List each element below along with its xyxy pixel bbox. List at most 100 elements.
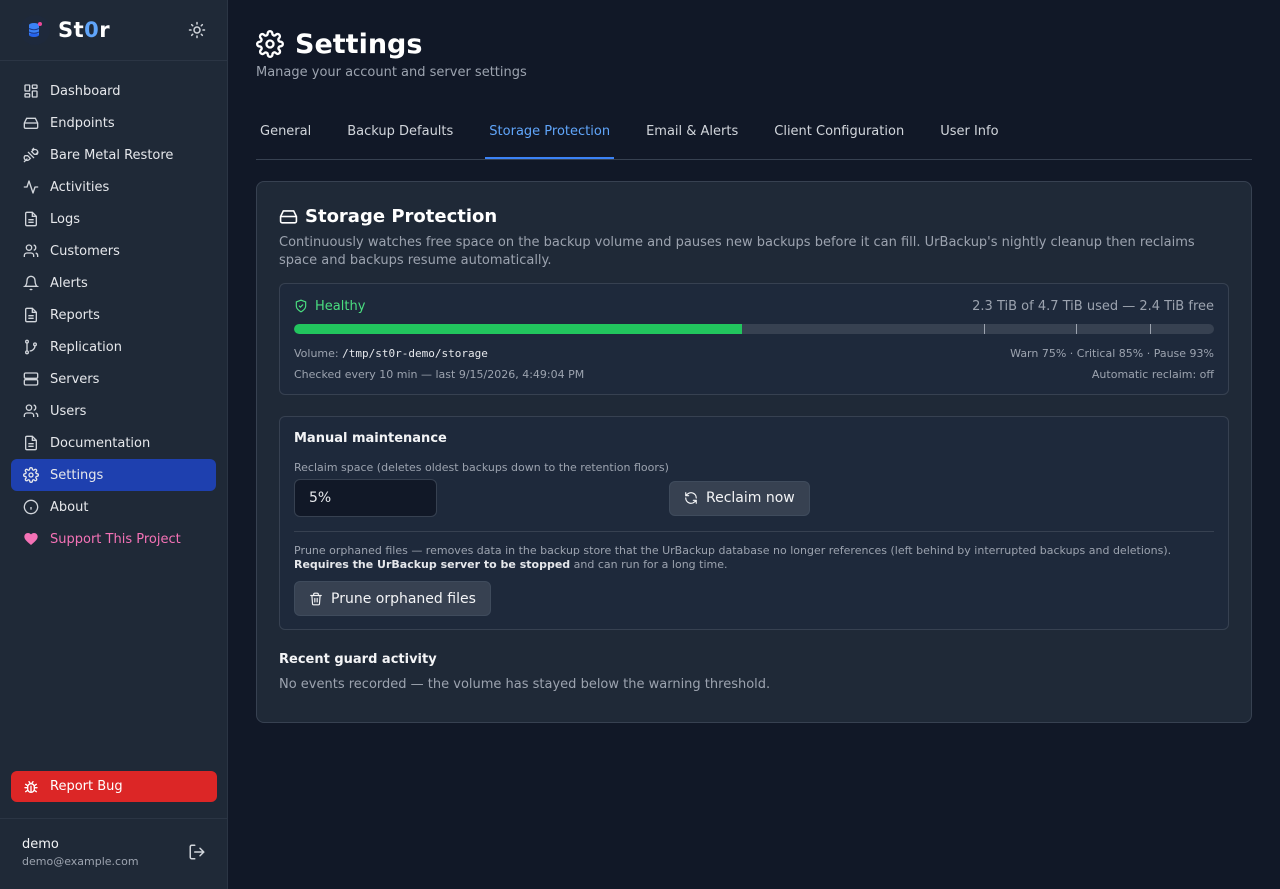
- sidebar-item-logs[interactable]: Logs: [11, 203, 216, 235]
- threshold-marker: [1149, 324, 1151, 334]
- checked-info: Checked every 10 min — last 9/15/2026, 4…: [294, 367, 585, 381]
- brand-header: St0r: [0, 0, 227, 61]
- reclaim-now-label: Reclaim now: [706, 490, 795, 506]
- sidebar-item-label: Logs: [50, 211, 80, 227]
- sidebar-item-documentation[interactable]: Documentation: [11, 427, 216, 459]
- sidebar-item-dashboard[interactable]: Dashboard: [11, 75, 216, 107]
- sidebar-item-alerts[interactable]: Alerts: [11, 267, 216, 299]
- database-icon: [28, 22, 42, 37]
- maintenance-title: Manual maintenance: [294, 431, 447, 446]
- main-content: Settings Manage your account and server …: [256, 0, 1252, 723]
- plug-icon: [22, 147, 39, 164]
- page-subtitle: Manage your account and server settings: [256, 65, 527, 80]
- sidebar-item-reports[interactable]: Reports: [11, 299, 216, 331]
- reclaim-percent-input[interactable]: [294, 479, 437, 517]
- guard-text: No events recorded — the volume has stay…: [279, 677, 771, 692]
- threshold-info: Warn 75% · Critical 85% · Pause 93%: [1010, 346, 1214, 360]
- sidebar-item-about[interactable]: About: [11, 491, 216, 523]
- status-badge: Healthy: [294, 299, 365, 314]
- sidebar-item-replication[interactable]: Replication: [11, 331, 216, 363]
- volume-info: Volume: /tmp/st0r-demo/storage: [294, 346, 488, 360]
- bug-icon: [22, 778, 39, 795]
- info-icon: [22, 499, 39, 516]
- app-logo: [20, 15, 50, 45]
- divider: [294, 531, 1214, 532]
- file-text-icon: [22, 211, 39, 228]
- tab-storage-protection[interactable]: Storage Protection: [485, 104, 614, 159]
- tab-client-configuration[interactable]: Client Configuration: [774, 104, 904, 159]
- users-icon: [22, 243, 39, 260]
- sidebar-item-label: Dashboard: [50, 83, 121, 99]
- sidebar-item-settings[interactable]: Settings: [11, 459, 216, 491]
- card-title: Storage Protection: [305, 205, 498, 227]
- tab-email-alerts[interactable]: Email & Alerts: [646, 104, 738, 159]
- sidebar-item-label: Customers: [50, 243, 120, 259]
- volume-path: /tmp/st0r-demo/storage: [342, 346, 488, 360]
- usage-progress-fill: [294, 324, 743, 334]
- logout-icon: [189, 844, 205, 860]
- gear-icon: [256, 30, 284, 58]
- manual-maintenance-panel: Manual maintenance Reclaim space (delete…: [279, 416, 1229, 630]
- sidebar: St0r Dashboard Endpoints Bare Metal Rest…: [0, 0, 228, 889]
- users-icon: [22, 403, 39, 420]
- sidebar-item-label: Servers: [50, 371, 100, 387]
- sun-icon: [188, 21, 206, 39]
- hard-drive-icon: [22, 115, 39, 132]
- report-bug-button[interactable]: Report Bug: [11, 771, 217, 802]
- sidebar-item-label: Activities: [50, 179, 110, 195]
- activity-icon: [22, 179, 39, 196]
- sidebar-item-label: Reports: [50, 307, 100, 323]
- usage-progress-bar: [294, 324, 1214, 334]
- tab-user-info[interactable]: User Info: [940, 104, 998, 159]
- settings-tabs: General Backup Defaults Storage Protecti…: [256, 104, 1252, 160]
- report-bug-label: Report Bug: [50, 779, 123, 794]
- sidebar-item-users[interactable]: Users: [11, 395, 216, 427]
- user-block: demo demo@example.com: [0, 818, 228, 889]
- page-header: Settings: [256, 28, 1252, 60]
- status-text: Healthy: [315, 298, 366, 314]
- sidebar-item-label: Documentation: [50, 435, 151, 451]
- card-description: Continuously watches free space on the b…: [279, 235, 1195, 268]
- prune-orphaned-files-button[interactable]: Prune orphaned files: [294, 581, 491, 616]
- sidebar-item-label: Bare Metal Restore: [50, 147, 174, 163]
- sidebar-item-label: Alerts: [50, 275, 88, 291]
- shield-check-icon: [294, 299, 308, 313]
- sidebar-item-label: Support This Project: [50, 531, 181, 547]
- tab-general[interactable]: General: [260, 104, 311, 159]
- theme-toggle-button[interactable]: [187, 20, 207, 40]
- sidebar-item-customers[interactable]: Customers: [11, 235, 216, 267]
- usage-text: 2.3 TiB of 4.7 TiB used — 2.4 TiB free: [972, 298, 1214, 314]
- refresh-icon: [684, 491, 698, 505]
- server-icon: [22, 371, 39, 388]
- sidebar-item-label: Users: [50, 403, 87, 419]
- bell-icon: [22, 275, 39, 292]
- grid-icon: [22, 83, 39, 100]
- sidebar-item-label: Replication: [50, 339, 122, 355]
- logout-button[interactable]: [188, 843, 206, 861]
- sidebar-item-label: Settings: [50, 467, 104, 483]
- gear-icon: [22, 467, 39, 484]
- sidebar-item-bare-metal-restore[interactable]: Bare Metal Restore: [11, 139, 216, 171]
- file-text-icon: [22, 307, 39, 324]
- hard-drive-icon: [279, 207, 298, 226]
- sidebar-nav: Dashboard Endpoints Bare Metal Restore A…: [0, 61, 227, 555]
- trash-icon: [309, 592, 323, 606]
- sidebar-item-support[interactable]: Support This Project: [11, 523, 216, 555]
- heart-icon: [22, 531, 39, 548]
- reclaim-label: Reclaim space (deletes oldest backups do…: [294, 461, 669, 474]
- recent-guard-activity: Recent guard activity No events recorded…: [279, 652, 1229, 692]
- storage-protection-card: Storage Protection Continuously watches …: [256, 181, 1252, 723]
- app-name: St0r: [58, 18, 111, 42]
- file-text-icon: [22, 435, 39, 452]
- sidebar-item-activities[interactable]: Activities: [11, 171, 216, 203]
- git-branch-icon: [22, 339, 39, 356]
- reclaim-now-button[interactable]: Reclaim now: [669, 480, 810, 516]
- tab-backup-defaults[interactable]: Backup Defaults: [347, 104, 453, 159]
- sidebar-item-label: About: [50, 499, 89, 515]
- user-email: demo@example.com: [22, 855, 139, 868]
- guard-title: Recent guard activity: [279, 652, 437, 667]
- sidebar-item-servers[interactable]: Servers: [11, 363, 216, 395]
- sidebar-item-endpoints[interactable]: Endpoints: [11, 107, 216, 139]
- prune-label: Prune orphaned files: [331, 590, 476, 607]
- storage-status-panel: Healthy 2.3 TiB of 4.7 TiB used — 2.4 Ti…: [279, 283, 1229, 395]
